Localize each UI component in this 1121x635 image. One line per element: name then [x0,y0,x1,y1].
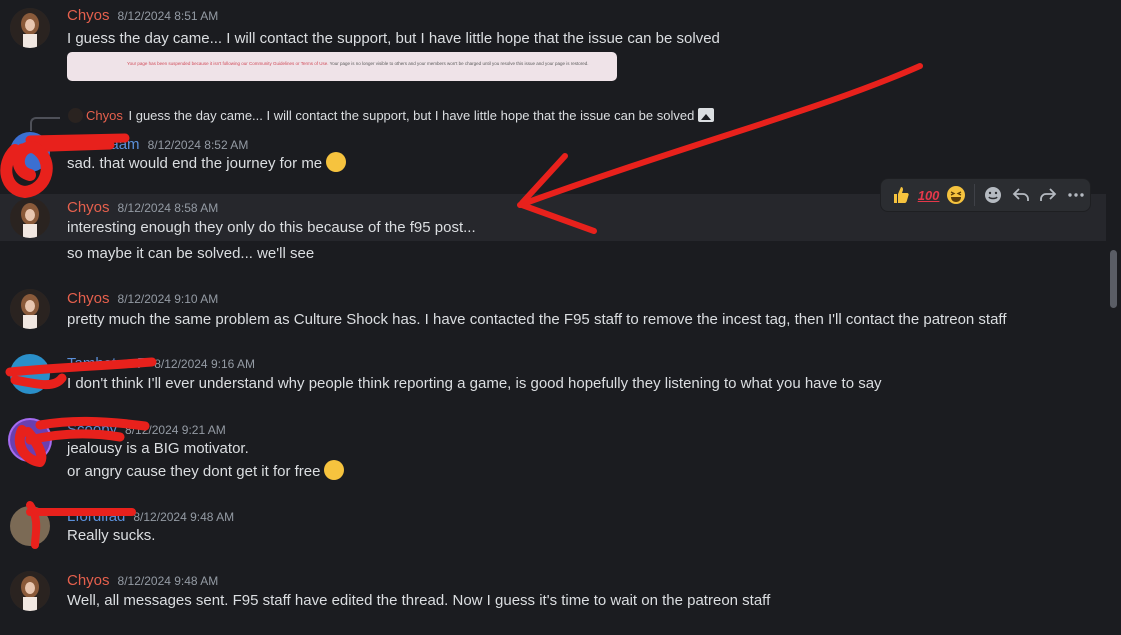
timestamp: 8/12/2024 8:52 AM [147,138,249,152]
timestamp: 8/12/2024 9:48 AM [133,510,235,524]
avatar[interactable] [10,571,50,611]
author-name[interactable]: Scoopy [67,421,117,438]
avatar[interactable] [10,8,50,48]
message-header: Tambotoo F 8/12/2024 9:16 AM [67,355,255,373]
timestamp: 8/12/2024 8:51 AM [117,9,219,23]
author-name[interactable]: Chyos [67,572,110,589]
message-header: Chyos 8/12/2024 8:58 AM [67,199,218,217]
message-text: Well, all messages sent. F95 staff have … [67,592,771,609]
author-name[interactable]: Lfordlfad [67,508,125,525]
reply-text: I guess the day came... I will contact t… [128,108,695,123]
timestamp: 8/12/2024 9:10 AM [117,292,219,306]
message-header: Chyos 8/12/2024 9:10 AM [67,290,218,308]
worried-face-icon [326,152,347,172]
message-text: I don't think I'll ever understand why p… [67,375,882,392]
message-text: Really sucks. [67,527,156,544]
avatar[interactable] [10,354,50,394]
message-text: pretty much the same problem as Culture … [67,311,1007,328]
message-text: or angry cause they dont get it for free [67,460,345,483]
avatar[interactable] [10,420,50,460]
grinning-squinting-face-icon [324,460,345,480]
message[interactable]: Chyos 8/12/2024 9:48 AM Well, all message… [0,565,1105,625]
message-text: I guess the day came... I will contact t… [67,30,720,47]
message-action-toolbar: 100 [880,178,1091,212]
author-name[interactable]: Seeedaam [67,136,140,153]
message-text: sad. that would end the journey for me [67,152,347,175]
message-text: so maybe it can be solved... we'll see [67,245,315,262]
message-text: interesting enough they only do this bec… [67,219,476,236]
image-icon [698,108,715,122]
timestamp: 8/12/2024 9:48 AM [117,574,219,588]
more-options-icon[interactable] [1062,181,1090,209]
avatar[interactable] [10,132,50,172]
timestamp: 8/12/2024 9:16 AM [154,357,255,371]
message[interactable]: Tambotoo F 8/12/2024 9:16 AM I don't thin… [0,348,1105,404]
author-name[interactable]: Chyos [67,290,110,307]
reply-icon[interactable] [1007,181,1035,209]
scrollbar-track[interactable] [1110,0,1117,635]
avatar[interactable] [10,198,50,238]
message-text: jealousy is a BIG motivator. [67,440,249,457]
grinning-squinting-reaction-button[interactable] [942,181,970,209]
avatar[interactable] [10,289,50,329]
hundred-points-reaction-button[interactable]: 100 [915,181,943,209]
message-header: Chyos 8/12/2024 9:48 AM [67,572,218,590]
image-attachment[interactable]: Your page has been suspended because it … [67,52,617,81]
avatar[interactable] [10,506,50,546]
embed-text: Your page has been suspended because it … [127,61,589,66]
author-name[interactable]: Chyos [67,199,110,216]
reply-avatar [68,108,83,123]
toolbar-divider [974,184,976,206]
message-header: Chyos 8/12/2024 8:51 AM [67,7,218,25]
hundred-points-icon: 100 [917,187,940,203]
scrollbar-thumb[interactable] [1110,250,1117,308]
timestamp: 8/12/2024 9:21 AM [125,423,226,437]
thumbs-up-reaction-button[interactable] [887,181,915,209]
add-reaction-icon[interactable] [979,181,1007,209]
reply-reference[interactable]: Chyos I guess the day came... I will con… [68,108,715,123]
message-header: Scoopy 8/12/2024 9:21 AM [67,421,226,439]
message[interactable]: Chyos 8/12/2024 9:10 AM pretty much the s… [0,283,1105,339]
message-header: Lfordlfad 8/12/2024 9:48 AM [67,508,234,526]
forward-icon[interactable] [1035,181,1063,209]
author-name[interactable]: Chyos [67,7,110,24]
message[interactable]: Scoopy 8/12/2024 9:21 AM jealousy is a BI… [0,413,1105,493]
timestamp: 8/12/2024 8:58 AM [117,201,219,215]
message[interactable]: Chyos 8/12/2024 8:51 AM I guess the day c… [0,0,1105,90]
reply-author: Chyos [86,108,123,123]
author-name[interactable]: Tambotoo F [67,355,146,372]
message[interactable]: Lfordlfad 8/12/2024 9:48 AM Really sucks. [0,500,1105,556]
message[interactable]: Seeedaam 8/12/2024 8:52 AM sad. that woul… [0,128,1105,180]
